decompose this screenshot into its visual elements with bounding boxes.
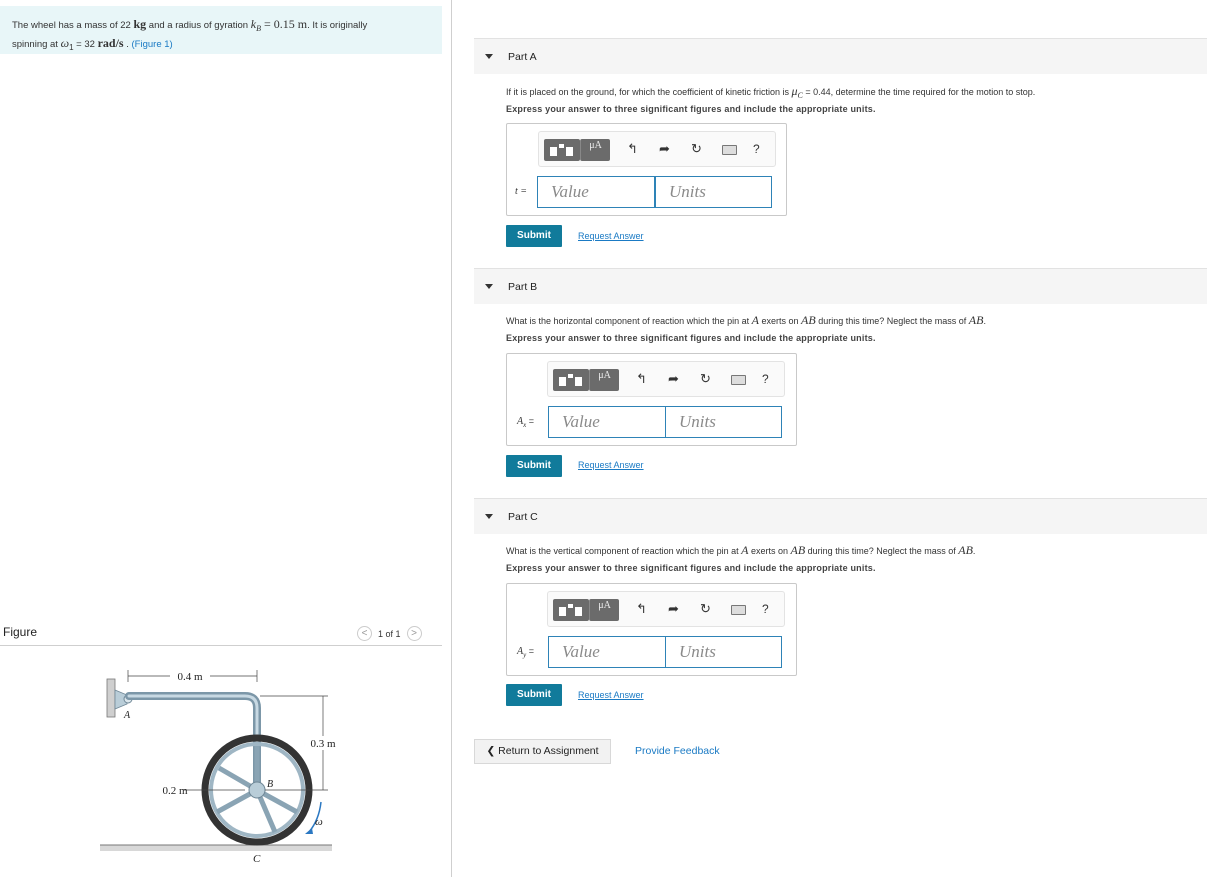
omega-unit: rad/s [97, 35, 124, 50]
figure-link[interactable]: (Figure 1) [132, 39, 173, 50]
part-b-header[interactable]: Part B [474, 268, 1207, 304]
value-input[interactable]: Value [548, 636, 666, 668]
figure-title: Figure [3, 625, 38, 639]
problem-text: The wheel has a mass of 22 [12, 20, 134, 31]
wheel-hub [248, 781, 266, 799]
kb-value: = 0.15 m [260, 17, 308, 31]
redo-icon[interactable]: ➦ [668, 602, 679, 616]
problem-text: spinning at [12, 38, 61, 50]
value-input[interactable]: Value [537, 176, 655, 208]
omega-symbol: ω [60, 35, 70, 50]
dim-03: 0.3 m [310, 738, 336, 750]
part-c-label: Part C [508, 511, 538, 523]
part-b-answer-box: μA ↰ ➦ ↻ ? Ax = Value Units [506, 353, 797, 446]
reset-icon[interactable]: ↻ [691, 142, 702, 156]
figure-divider [0, 645, 442, 646]
part-a-request-answer-link[interactable]: Request Answer [578, 231, 644, 241]
keyboard-icon[interactable] [731, 605, 746, 615]
undo-icon[interactable]: ↰ [636, 602, 647, 616]
var-label-t: t = [515, 186, 528, 197]
reset-icon[interactable]: ↻ [700, 602, 711, 616]
part-a-label: Part A [508, 51, 537, 63]
part-a-answer-box: μA ↰ ➦ ↻ ? t = Value Units [506, 123, 787, 216]
part-c-instruction: Express your answer to three significant… [506, 563, 876, 573]
collapse-triangle-icon[interactable] [485, 514, 493, 519]
keyboard-icon[interactable] [722, 145, 737, 155]
units-input[interactable]: Units [665, 406, 782, 438]
problem-text: . [123, 38, 132, 50]
templates-button[interactable] [553, 369, 589, 391]
label-a: A [123, 710, 131, 721]
dim-02: 0.2 m [162, 785, 188, 797]
part-b-label: Part B [508, 281, 538, 293]
prev-figure-button[interactable]: < [357, 626, 372, 641]
math-toolbar: μA ↰ ➦ ↻ ? [547, 361, 785, 397]
figure-page-count: 1 of 1 [378, 628, 401, 639]
label-c: C [253, 853, 261, 865]
problem-statement: The wheel has a mass of 22 kg and a radi… [0, 6, 442, 54]
label-b: B [267, 779, 273, 790]
units-input[interactable]: Units [655, 176, 772, 208]
undo-icon[interactable]: ↰ [627, 142, 638, 156]
reset-icon[interactable]: ↻ [700, 372, 711, 386]
part-b-submit-button[interactable]: Submit [506, 455, 562, 477]
return-to-assignment-button[interactable]: ❮ Return to Assignment [474, 739, 611, 764]
figure-pager: < 1 of 1 > [357, 626, 422, 641]
part-a-question: If it is placed on the ground, for which… [506, 84, 1036, 100]
units-input[interactable]: Units [665, 636, 782, 668]
help-icon[interactable]: ? [762, 602, 769, 616]
collapse-triangle-icon[interactable] [485, 54, 493, 59]
part-c-request-answer-link[interactable]: Request Answer [578, 690, 644, 700]
wheel-figure: 0.4 m 0.3 m 0.2 m A B C ω [100, 669, 343, 865]
help-icon[interactable]: ? [762, 372, 769, 386]
symbols-button[interactable]: μA [580, 139, 610, 161]
symbols-button[interactable]: μA [589, 599, 619, 621]
redo-icon[interactable]: ➦ [659, 142, 670, 156]
next-figure-button[interactable]: > [406, 626, 422, 641]
math-toolbar: μA ↰ ➦ ↻ ? [538, 131, 776, 167]
part-b-instruction: Express your answer to three significant… [506, 333, 876, 343]
dim-04: 0.4 m [177, 671, 203, 683]
var-label-ay: Ay = [517, 646, 534, 659]
part-a-header[interactable]: Part A [474, 38, 1207, 74]
part-c-header[interactable]: Part C [474, 498, 1207, 534]
part-b-question: What is the horizontal component of reac… [506, 313, 986, 327]
value-input[interactable]: Value [548, 406, 666, 438]
part-c-question: What is the vertical component of reacti… [506, 543, 976, 557]
part-c-submit-button[interactable]: Submit [506, 684, 562, 706]
math-toolbar: μA ↰ ➦ ↻ ? [547, 591, 785, 627]
ground [100, 845, 332, 851]
provide-feedback-link[interactable]: Provide Feedback [635, 745, 720, 757]
keyboard-icon[interactable] [731, 375, 746, 385]
part-b-request-answer-link[interactable]: Request Answer [578, 460, 644, 470]
mass-unit: kg [133, 17, 147, 31]
var-label-ax: Ax = [517, 416, 534, 429]
column-divider [451, 0, 452, 877]
help-icon[interactable]: ? [753, 142, 760, 156]
collapse-triangle-icon[interactable] [485, 284, 493, 289]
problem-text: . It is originally [307, 20, 368, 31]
templates-button[interactable] [553, 599, 589, 621]
problem-text: and a radius of gyration [146, 20, 251, 31]
redo-icon[interactable]: ➦ [668, 372, 679, 386]
part-a-instruction: Express your answer to three significant… [506, 104, 876, 114]
wall [106, 678, 116, 718]
part-a-submit-button[interactable]: Submit [506, 225, 562, 247]
part-c-answer-box: μA ↰ ➦ ↻ ? Ay = Value Units [506, 583, 797, 676]
templates-button[interactable] [544, 139, 580, 161]
problem-text: = 32 [73, 38, 98, 50]
symbols-button[interactable]: μA [589, 369, 619, 391]
label-omega: ω [315, 816, 323, 828]
undo-icon[interactable]: ↰ [636, 372, 647, 386]
